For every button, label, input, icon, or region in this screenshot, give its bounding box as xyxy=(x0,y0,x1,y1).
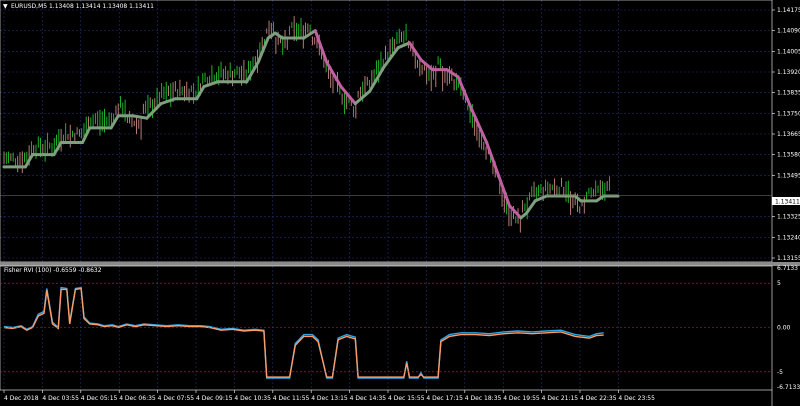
time-tick-label: 4 Dec 10:35 xyxy=(234,395,271,402)
chart-grid xyxy=(0,0,772,390)
time-tick-label: 4 Dec 19:55 xyxy=(503,395,540,402)
indicator-layer xyxy=(3,286,604,379)
trend-segment xyxy=(131,114,149,120)
price-tick-label: 1.13580 xyxy=(777,152,800,159)
time-tick-label: 4 Dec 18:35 xyxy=(465,395,502,402)
trend-segment xyxy=(109,114,120,130)
trend-segment xyxy=(145,102,163,120)
time-tick-label: 4 Dec 23:55 xyxy=(618,395,655,402)
price-tick-label: 1.13155 xyxy=(777,255,800,262)
price-tick-label: 1.14090 xyxy=(777,28,800,35)
price-tick-label: 1.14005 xyxy=(777,48,800,55)
indicator-tick-label: 6.7133 xyxy=(777,265,798,272)
pane-separator[interactable] xyxy=(0,262,800,266)
time-tick-label: 4 Dec 13:15 xyxy=(311,395,348,402)
price-tick-label: 1.14175 xyxy=(777,7,800,14)
price-axis: 1.14175 1.14090 1.14005 1.13920 1.13835 1.137… xyxy=(772,7,800,262)
trend-segment xyxy=(339,85,357,106)
time-tick-label: 4 Dec 07:55 xyxy=(158,395,195,402)
trend-segment xyxy=(456,75,474,113)
trend-segment xyxy=(485,141,500,176)
price-tick-label: 1.13325 xyxy=(777,214,800,221)
main-chart-frame xyxy=(0,0,773,263)
indicator-axis: 6.7133 5 0.00 -5 -6.7133 xyxy=(0,265,800,391)
time-tick-label: 4 Dec 06:35 xyxy=(119,395,156,402)
symbol-header-icon: ▼ xyxy=(3,3,8,10)
indicator-frame xyxy=(0,265,773,391)
price-tick-label: 1.13920 xyxy=(777,69,800,76)
current-price-label: 1.13411 xyxy=(775,199,800,206)
indicator-tick-label: -5 xyxy=(777,369,783,376)
trend-segment xyxy=(525,199,537,215)
symbol-header: EURUSD,M5 1.13408 1.13414 1.13408 1.1341… xyxy=(11,3,154,10)
time-tick-label: 4 Dec 11:55 xyxy=(273,395,310,402)
indicator-header: Fisher RVI (100) -0.6559 -0.8632 xyxy=(4,267,102,274)
metatrader-chart-window[interactable]: ▼ EURUSD,M5 1.13408 1.13414 1.13408 1.13… xyxy=(0,0,800,406)
time-tick-label: 4 Dec 03:55 xyxy=(42,395,79,402)
indicator-series-line xyxy=(3,287,604,378)
time-tick-label: 4 Dec 17:15 xyxy=(426,395,463,402)
price-tick-label: 1.13665 xyxy=(777,131,800,138)
indicator-tick-label: 5 xyxy=(777,280,781,287)
time-tick-label: 4 Dec 14:35 xyxy=(350,395,387,402)
price-tick-label: 1.13750 xyxy=(777,110,800,117)
price-tick-label: 1.13495 xyxy=(777,172,800,179)
time-tick-label: 4 Dec 09:15 xyxy=(196,395,233,402)
indicator-tick-label: 0.00 xyxy=(777,325,791,332)
time-tick-label: 4 Dec 2018 xyxy=(4,395,39,402)
time-tick-label: 4 Dec 21:15 xyxy=(542,395,579,402)
time-tick-label: 4 Dec 22:35 xyxy=(580,395,617,402)
price-chart[interactable]: ▼ EURUSD,M5 1.13408 1.13414 1.13408 1.13… xyxy=(0,0,800,406)
trend-layer xyxy=(0,29,772,220)
trend-segment xyxy=(52,141,63,157)
trend-segment xyxy=(202,80,220,89)
price-tick-label: 1.13835 xyxy=(777,90,800,97)
indicator-tick-label: -6.7133 xyxy=(777,384,800,391)
time-tick-label: 4 Dec 05:15 xyxy=(81,395,118,402)
candles-layer xyxy=(3,16,610,233)
time-tick-label: 4 Dec 15:55 xyxy=(388,395,425,402)
time-axis: 4 Dec 2018 4 Dec 03:55 4 Dec 05:15 4 Dec 06… xyxy=(3,390,655,402)
trend-segment xyxy=(533,194,549,203)
price-tick-label: 1.13240 xyxy=(777,234,800,241)
